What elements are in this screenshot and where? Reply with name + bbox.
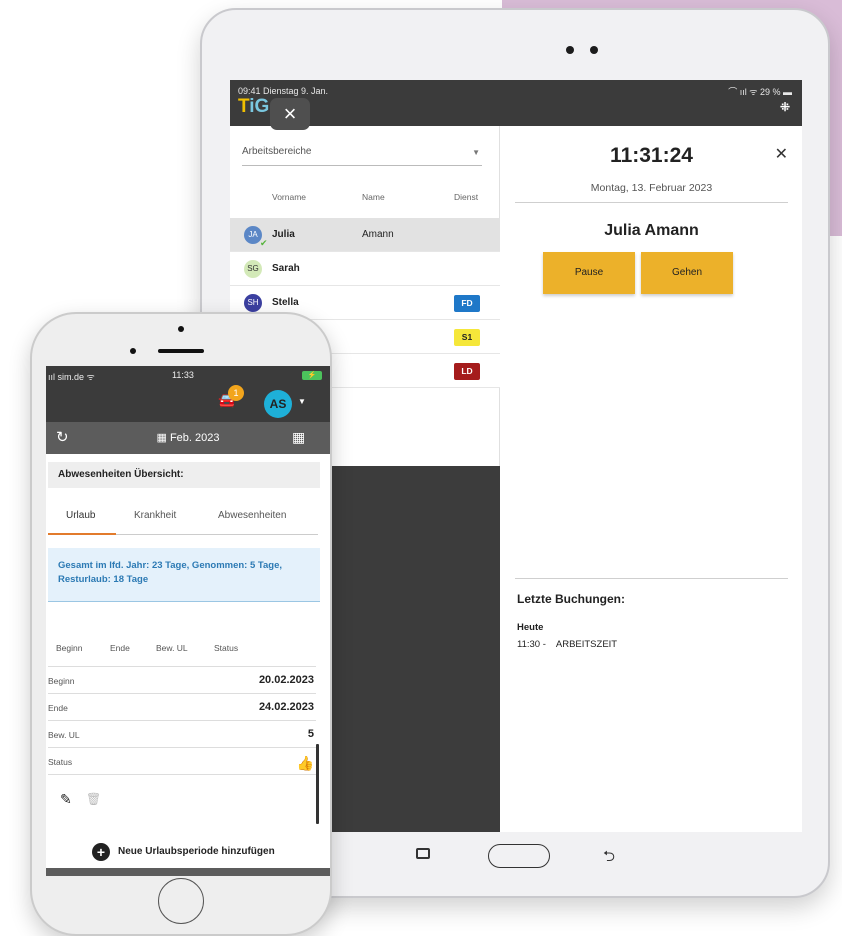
shift-badge: FD	[454, 295, 480, 312]
selected-employee-name: Julia Amann	[604, 222, 699, 239]
battery-icon: ⚡	[302, 371, 322, 380]
tab-active-indicator	[48, 533, 116, 535]
clock-display: 11:31:24	[610, 144, 693, 167]
scrollbar[interactable]	[316, 744, 319, 824]
edit-icon[interactable]: ✎	[60, 791, 72, 808]
phone-screen: ııl sim.de ᯤ 11:33 ⚡ 🚘 1 AS ▼ ↻ ▦ Feb. 2…	[46, 366, 330, 876]
phone-speaker	[158, 349, 204, 353]
leave-button[interactable]: Gehen	[641, 252, 733, 294]
tablet-camera-dot	[566, 46, 574, 54]
field-label: Bew. UL	[48, 730, 80, 740]
tablet-sensor-dot	[590, 46, 598, 54]
booking-type: ARBEITSZEIT	[555, 639, 618, 650]
app-logo: TiG	[238, 96, 270, 117]
vacation-summary: Gesamt im lfd. Jahr: 23 Tage, Genommen: …	[48, 548, 320, 602]
phone-status-time: 11:33	[172, 370, 194, 380]
phone-camera-dot	[178, 326, 184, 332]
field-value: 5	[307, 728, 314, 740]
status-indicators: ⌒ ııl ᯤ 29 % ▬	[728, 87, 792, 97]
tab-absences[interactable]: Abwesenheiten	[218, 510, 286, 521]
areas-dropdown[interactable]: Arbeitsbereiche ▼	[242, 146, 482, 166]
first-name: Julia	[272, 229, 295, 240]
apps-grid-icon[interactable]: ▦	[292, 429, 305, 446]
col-header-begin: Beginn	[56, 643, 83, 653]
tablet-app-header: 09:41 Dienstag 9. Jan. ⌒ ııl ᯤ 29 % ▬ Ti…	[230, 80, 802, 130]
phone-device: ııl sim.de ᯤ 11:33 ⚡ 🚘 1 AS ▼ ↻ ▦ Feb. 2…	[30, 312, 332, 936]
field-value: 24.02.2023	[258, 701, 314, 713]
back-icon[interactable]: ⮌	[603, 846, 615, 871]
overview-title: Abwesenheiten Übersicht:	[48, 462, 320, 488]
bookings-day: Heute	[517, 622, 544, 633]
col-header-approved: Bew. UL	[156, 643, 188, 653]
col-header-last[interactable]: Name	[362, 192, 385, 202]
carrier-label: ııl sim.de ᯤ	[48, 372, 95, 382]
field-label: Ende	[48, 703, 68, 713]
divider	[515, 202, 788, 203]
phone-toolbar: ↻ ▦ Feb. 2023 ▦	[46, 422, 330, 454]
phone-home-button[interactable]	[158, 878, 204, 924]
user-avatar[interactable]: AS	[264, 390, 292, 418]
chevron-down-icon: ▼	[472, 148, 480, 157]
home-button[interactable]	[488, 844, 550, 868]
notification-badge[interactable]: 1	[228, 385, 244, 401]
avatar: SH	[244, 294, 262, 312]
col-header-status: Status	[214, 643, 239, 653]
avatar: SG	[244, 260, 262, 278]
booking-entry: 11:30 - ARBEITSZEIT	[517, 639, 627, 650]
phone-app-header: ııl sim.de ᯤ 11:33 ⚡ 🚘 1 AS ▼	[46, 366, 330, 422]
areas-label: Arbeitsbereiche	[242, 146, 312, 157]
col-header-first[interactable]: Vorname	[272, 192, 306, 202]
checkmark-icon: ✔	[260, 238, 268, 248]
list-item: Beginn 20.02.2023	[48, 666, 316, 693]
divider	[515, 578, 788, 579]
add-vacation-label: Neue Urlaubsperiode hinzufügen	[118, 846, 275, 857]
list-item: Ende 24.02.2023	[48, 693, 316, 720]
col-header-end: Ende	[110, 643, 130, 653]
plus-icon: +	[92, 843, 110, 861]
thumbs-up-icon: 👍	[296, 755, 314, 771]
add-vacation-button[interactable]: + Neue Urlaubsperiode hinzufügen	[92, 843, 292, 863]
date-display: Montag, 13. Februar 2023	[590, 182, 713, 194]
close-icon[interactable]: ✕	[775, 144, 788, 164]
tab-sickness[interactable]: Krankheit	[134, 510, 176, 521]
trash-icon[interactable]: 🗑	[86, 792, 101, 806]
chevron-down-icon[interactable]: ▼	[298, 397, 306, 406]
tab-vacation[interactable]: Urlaub	[66, 510, 95, 521]
col-header-shift[interactable]: Dienst	[454, 192, 478, 202]
status-time: 09:41 Dienstag 9. Jan.	[238, 86, 329, 96]
shift-badge: S1	[454, 329, 480, 346]
shift-badge: LD	[454, 363, 480, 380]
field-label: Status	[48, 757, 73, 767]
list-item: Bew. UL 5	[48, 720, 316, 747]
list-item: Status 👍	[48, 747, 316, 774]
pause-button[interactable]: Pause	[543, 252, 635, 294]
last-name: Amann	[362, 229, 394, 240]
phone-front-camera	[130, 348, 136, 354]
first-name: Stella	[272, 297, 299, 308]
month-selector[interactable]: ▦ Feb. 2023	[46, 431, 330, 444]
time-clock-pane: 11:31:24 ✕ Montag, 13. Februar 2023 Juli…	[501, 126, 802, 832]
table-row[interactable]: SG Sarah	[230, 252, 500, 286]
recent-apps-icon[interactable]	[416, 848, 430, 859]
collapse-icon[interactable]: ⁜	[780, 100, 790, 114]
bookings-title: Letzte Buchungen:	[517, 592, 625, 606]
phone-bottom-bar	[46, 868, 330, 876]
field-label: Beginn	[48, 676, 75, 686]
table-row[interactable]: JA ✔ Julia Amann	[230, 218, 500, 252]
divider	[48, 774, 316, 775]
first-name: Sarah	[272, 263, 300, 274]
booking-time: 11:30 -	[517, 639, 546, 650]
field-value: 20.02.2023	[258, 674, 314, 686]
